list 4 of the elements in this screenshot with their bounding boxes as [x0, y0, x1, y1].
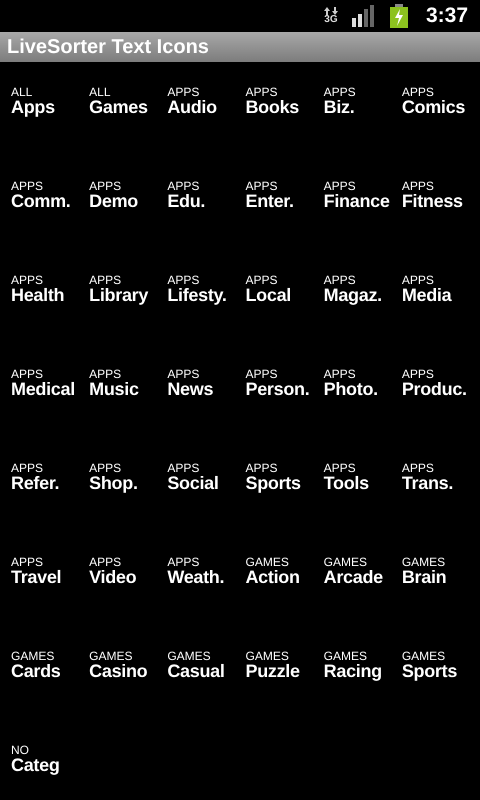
clock: 3:37 — [426, 3, 468, 29]
battery-icon — [390, 4, 408, 28]
app-title: LiveSorter Text Icons — [7, 34, 209, 60]
signal-icon — [352, 4, 376, 27]
